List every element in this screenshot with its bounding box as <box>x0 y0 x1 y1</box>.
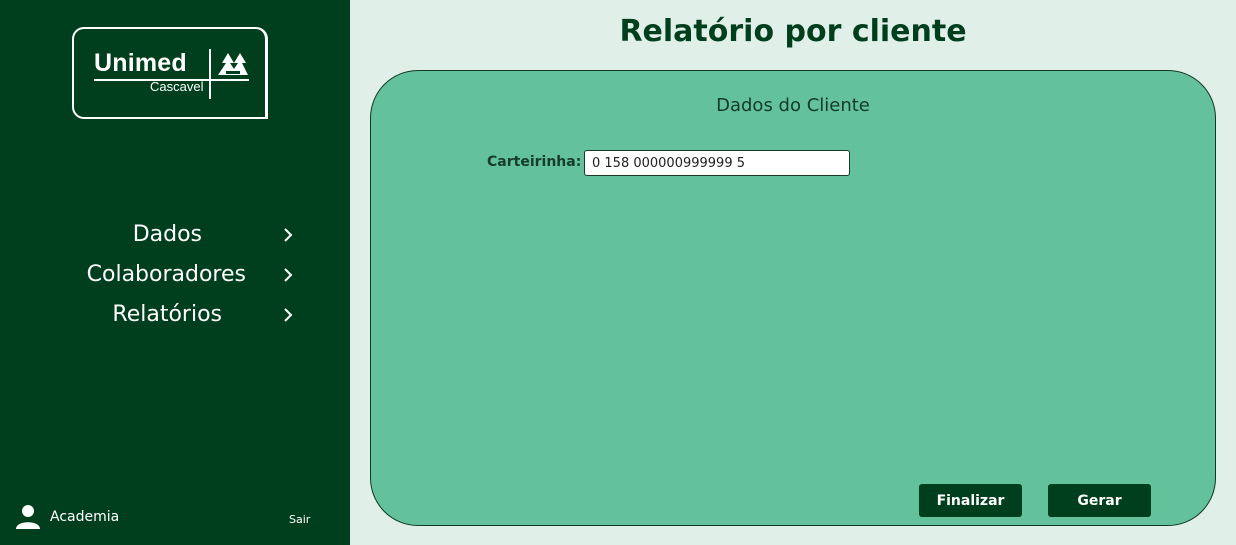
sidebar-item-label: Dados <box>132 222 202 247</box>
logout-link[interactable]: Sair <box>289 513 310 526</box>
unimed-logo: Unimed Cascavel <box>72 27 268 119</box>
logo-name: Unimed <box>94 49 187 77</box>
sidebar-item-label: Colaboradores <box>86 262 246 287</box>
section-title: Dados do Cliente <box>716 95 870 116</box>
card-number-label: Carteirinha: <box>487 154 582 170</box>
unimed-tree-icon <box>218 53 248 75</box>
chevron-right-icon <box>284 228 293 242</box>
logo-divider <box>209 49 211 99</box>
logo-subtitle: Cascavel <box>150 79 204 94</box>
sidebar: Unimed Cascavel Dados Colaboradores Rela… <box>0 0 350 545</box>
page-title: Relatório por cliente <box>619 14 967 49</box>
sidebar-item-colaboradores[interactable]: Colaboradores <box>0 259 350 291</box>
chevron-right-icon <box>284 308 293 322</box>
chevron-right-icon <box>284 268 293 282</box>
card-number-input[interactable] <box>584 150 850 176</box>
user-icon <box>16 505 40 529</box>
generate-button[interactable]: Gerar <box>1048 484 1151 517</box>
sidebar-item-relatorios[interactable]: Relatórios <box>0 299 350 331</box>
sidebar-item-dados[interactable]: Dados <box>0 219 350 251</box>
finalize-button[interactable]: Finalizar <box>919 484 1022 517</box>
user-name: Academia <box>50 509 120 525</box>
client-data-card: Dados do Cliente Carteirinha: Finalizar … <box>370 70 1216 526</box>
sidebar-item-label: Relatórios <box>112 302 222 327</box>
